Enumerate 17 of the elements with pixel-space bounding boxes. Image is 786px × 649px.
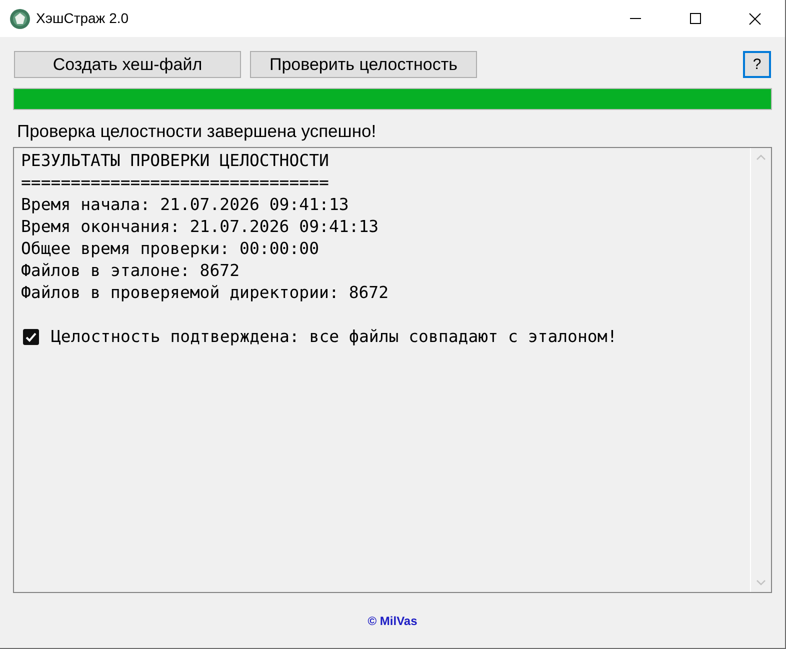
- toolbar-button[interactable]: Проверить целостность: [250, 51, 477, 78]
- scroll-up-icon[interactable]: [756, 154, 766, 160]
- app-logo-icon: [10, 8, 30, 28]
- result-line: ===============================: [21, 172, 329, 194]
- status-message: Проверка целостности завершена успешно!: [17, 120, 376, 143]
- result-line: РЕЗУЛЬТАТЫ ПРОВЕРКИ ЦЕЛОСТНОСТИ: [21, 150, 329, 172]
- result-line: Время окончания: 21.07.2026 09:41:13: [21, 216, 379, 238]
- result-line: Файлов в эталоне: 8672: [21, 260, 240, 282]
- window-title: ХэшСтраж 2.0: [36, 9, 129, 28]
- copyright-text: © MilVas: [368, 612, 418, 630]
- help-button[interactable]: ?: [743, 51, 771, 78]
- result-line: Файлов в проверяемой директории: 8672: [21, 282, 389, 304]
- result-line: Время начала: 21.07.2026 09:41:13: [21, 194, 349, 216]
- result-line: Общее время проверки: 00:00:00: [21, 238, 320, 260]
- scroll-down-icon[interactable]: [756, 580, 766, 586]
- result-line: Целостность подтверждена: все файлы совпадают с эталоном!: [51, 326, 618, 348]
- toolbar-button[interactable]: Создать хеш-файл: [14, 51, 241, 78]
